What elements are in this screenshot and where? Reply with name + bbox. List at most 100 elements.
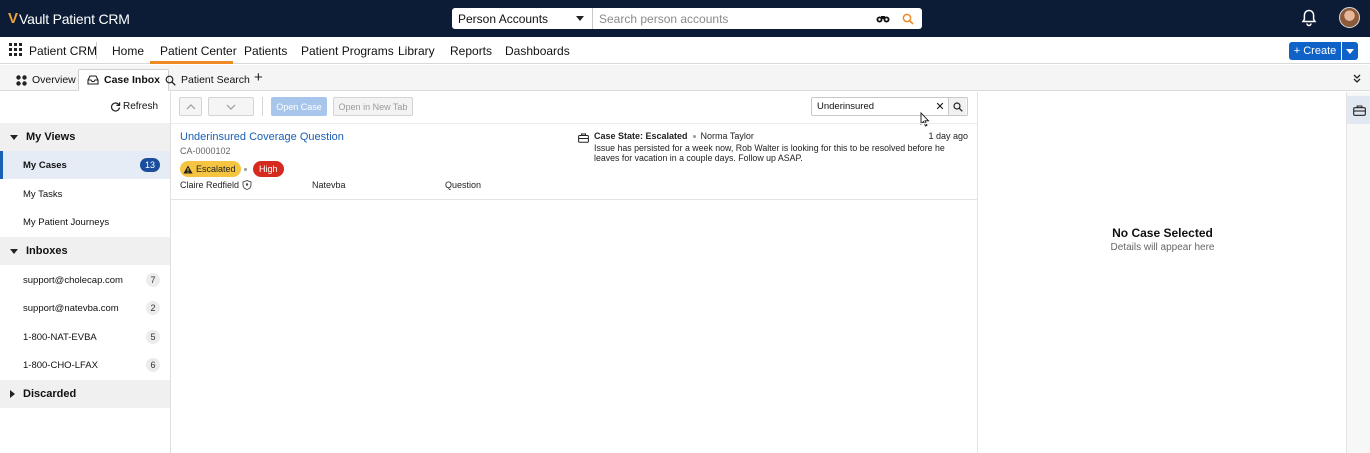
nav-item-dashboards[interactable]: Dashboards	[505, 44, 570, 58]
briefcase-icon	[578, 132, 589, 143]
main-nav: Patient CRM Home Patient Center Patients…	[0, 37, 1370, 64]
nav-divider	[96, 42, 97, 59]
section-label: Inboxes	[26, 245, 68, 257]
nav-item-patient-programs[interactable]: Patient Programs	[301, 44, 394, 58]
add-tab-icon[interactable]: +	[254, 70, 263, 85]
tab-patient-search-label: Patient Search	[181, 74, 250, 86]
case-description: Issue has persisted for a week now, Rob …	[594, 143, 945, 163]
nav-item-patient-center[interactable]: Patient Center	[160, 44, 237, 58]
case-age: 1 day ago	[928, 131, 968, 141]
toolbar-divider	[262, 97, 263, 116]
vault-logo-icon: V	[8, 10, 19, 27]
sidebar-item-label: support@cholecap.com	[23, 274, 123, 286]
sidebar-item-my-patient-journeys[interactable]: My Patient Journeys	[0, 208, 170, 236]
sidebar-item-my-tasks[interactable]: My Tasks	[0, 180, 170, 208]
inbox-icon	[87, 75, 99, 85]
search-icon[interactable]	[948, 98, 966, 115]
status-badge-escalated: Escalated	[180, 161, 241, 177]
count-badge: 13	[140, 158, 160, 172]
priority-badge: High	[253, 161, 284, 177]
case-owner: Norma Taylor	[700, 131, 754, 141]
refresh-icon	[111, 102, 121, 112]
nav-item-reports[interactable]: Reports	[450, 44, 492, 58]
case-state-line: Case State: Escalated Norma Taylor	[594, 131, 754, 141]
next-case-button[interactable]	[208, 97, 254, 116]
app-name-label[interactable]: Patient CRM	[29, 44, 97, 58]
section-my-views[interactable]: My Views	[0, 123, 170, 151]
notifications-bell-icon[interactable]	[1301, 9, 1317, 27]
sidebar-item-my-cases[interactable]: My Cases 13	[0, 151, 170, 179]
case-title-link[interactable]: Underinsured Coverage Question	[180, 131, 344, 143]
patient-name: Claire Redfield	[180, 180, 240, 190]
tab-overview[interactable]: Overview	[8, 69, 84, 91]
brand-logo[interactable]: V Vault Patient CRM	[8, 10, 130, 27]
count-badge: 2	[146, 301, 160, 315]
overview-icon	[16, 74, 27, 86]
clear-icon[interactable]: ✕	[932, 100, 948, 113]
chevron-down-icon	[576, 16, 584, 21]
warning-icon	[183, 165, 193, 174]
sidebar-item-label: My Patient Journeys	[23, 216, 110, 228]
section-discarded[interactable]: Discarded	[0, 380, 170, 408]
open-in-new-tab-button[interactable]: Open in New Tab	[333, 97, 413, 116]
case-number: CA-0000102	[180, 146, 231, 156]
empty-state-subtitle: Details will appear here	[1110, 242, 1215, 253]
binoculars-icon[interactable]	[876, 14, 890, 24]
case-list-item[interactable]: Underinsured Coverage Question CA-000010…	[171, 124, 977, 200]
brand-name: Vault Patient CRM	[19, 10, 130, 27]
sidebar-item-inbox-nat-evba[interactable]: 1-800-NAT-EVBA 5	[0, 323, 170, 351]
search-icon	[165, 75, 176, 86]
create-button[interactable]: + Create	[1289, 42, 1341, 60]
briefcase-icon[interactable]	[1347, 96, 1370, 124]
caret-down-icon	[10, 248, 18, 254]
case-type: Question	[445, 180, 482, 190]
nav-item-library[interactable]: Library	[398, 44, 435, 58]
case-filter-search: ✕	[811, 97, 968, 116]
section-label: Discarded	[23, 388, 77, 400]
nav-item-patients[interactable]: Patients	[244, 44, 287, 58]
section-inboxes[interactable]: Inboxes	[0, 237, 170, 265]
chevron-up-icon	[186, 103, 195, 109]
tab-case-inbox-label: Case Inbox	[104, 74, 161, 86]
refresh-label: Refresh	[123, 101, 159, 112]
nav-item-home[interactable]: Home	[112, 44, 144, 58]
tab-overview-label: Overview	[32, 74, 76, 86]
caret-down-icon	[10, 134, 18, 140]
open-case-button[interactable]: Open Case	[271, 97, 327, 116]
create-dropdown-button[interactable]	[1342, 42, 1358, 60]
refresh-button[interactable]: Refresh	[110, 101, 158, 112]
separator-dot	[244, 168, 247, 171]
user-avatar[interactable]	[1339, 7, 1360, 28]
top-header: V Vault Patient CRM Person Accounts	[0, 0, 1370, 37]
search-scope-select[interactable]: Person Accounts	[452, 8, 593, 29]
sidebar-item-label: My Tasks	[23, 188, 63, 200]
views-sidebar: Refresh My Views My Cases 13 My Tasks My…	[0, 92, 171, 453]
sidebar-item-inbox-cho-lfax[interactable]: 1-800-CHO-LFAX 6	[0, 351, 170, 379]
sidebar-item-label: My Cases	[23, 159, 67, 171]
chevron-down-icon	[226, 104, 236, 110]
status-label: Escalated	[196, 164, 236, 174]
collapse-chevrons-icon[interactable]	[1352, 73, 1362, 83]
search-icon[interactable]	[898, 9, 918, 29]
app-launcher-icon[interactable]	[9, 43, 22, 56]
previous-case-button[interactable]	[179, 97, 202, 116]
tab-patient-search[interactable]: Patient Search	[157, 69, 258, 91]
case-state: Case State: Escalated	[594, 131, 688, 141]
global-search: Person Accounts	[452, 8, 922, 29]
section-label: My Views	[26, 131, 76, 143]
sidebar-item-label: 1-800-CHO-LFAX	[23, 359, 98, 371]
sidebar-item-inbox-cholecap[interactable]: support@cholecap.com 7	[0, 266, 170, 294]
case-patient: Claire Redfield	[180, 180, 252, 190]
sidebar-item-inbox-natevba[interactable]: support@natevba.com 2	[0, 294, 170, 322]
count-badge: 6	[146, 358, 160, 372]
tab-case-inbox[interactable]: Case Inbox	[78, 69, 170, 91]
search-input[interactable]	[593, 8, 876, 29]
empty-state-title: No Case Selected	[1112, 226, 1213, 240]
workspace-tabs: Overview Case Inbox Patient Search +	[0, 65, 1370, 91]
active-nav-indicator	[150, 61, 233, 64]
caret-right-icon	[10, 390, 15, 398]
case-filter-input[interactable]	[812, 98, 932, 115]
case-detail-panel: No Case Selected Details will appear her…	[977, 92, 1346, 453]
sidebar-item-label: support@natevba.com	[23, 302, 119, 314]
search-scope-value: Person Accounts	[458, 11, 549, 26]
